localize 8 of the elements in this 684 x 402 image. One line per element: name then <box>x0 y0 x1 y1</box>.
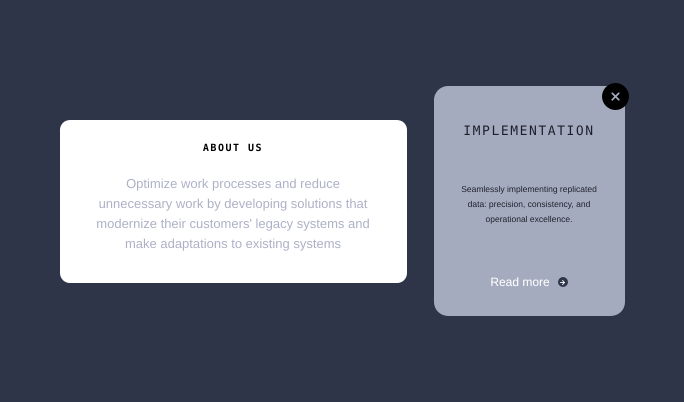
read-more-link[interactable]: Read more <box>490 273 568 291</box>
close-icon <box>608 90 622 103</box>
arrow-right-icon <box>558 277 568 287</box>
description-text: Optimize work processes and reduce unnecessary work by developing solutions that modernize their customers' legacy systems and make adaptations to existing systems <box>95 174 371 253</box>
card-title: IMPLEMENTATION <box>463 123 595 141</box>
close-button[interactable] <box>602 83 628 110</box>
description-text: Seamlessly implementing replicated data: precision, consistency, and operational excellence. <box>460 182 598 226</box>
card-title: ABOUT US <box>202 142 264 156</box>
